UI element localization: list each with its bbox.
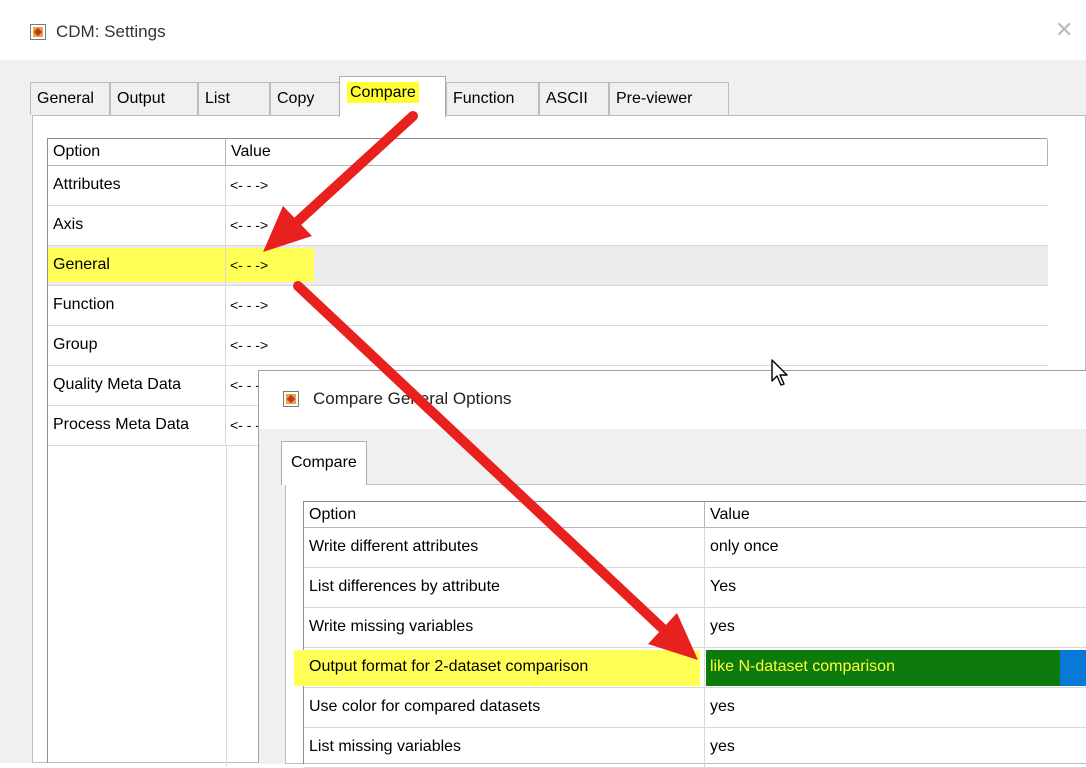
row-value[interactable]: <- - -> <box>226 206 1048 246</box>
row-value[interactable]: <- - -> <box>226 166 1048 206</box>
row-value[interactable]: <- - -> <box>226 326 1048 366</box>
row-option: List missing variables <box>304 728 705 768</box>
dialog-options-grid: Option Value Write different attributes … <box>294 501 1086 768</box>
row-option: Write different attributes <box>304 528 705 568</box>
row-value[interactable]: only once <box>705 528 1086 568</box>
tab-compare[interactable]: Compare <box>339 76 446 117</box>
tab-bar: General Output List Copy Compare Functio… <box>30 76 1030 117</box>
row-value[interactable]: yes <box>705 728 1086 768</box>
row-option: Attributes <box>48 166 226 206</box>
row-value[interactable]: <- - -> <box>226 286 1048 326</box>
dialog-table-row[interactable]: List missing variables yes <box>304 728 1086 768</box>
row-option: Axis <box>48 206 226 246</box>
dialog-table-row[interactable]: Write missing variables yes <box>304 608 1086 648</box>
row-value[interactable]: yes <box>705 688 1086 728</box>
row-option: Write missing variables <box>304 608 705 648</box>
window-title: CDM: Settings <box>56 22 166 41</box>
dialog-table-row[interactable]: List differences by attribute Yes <box>304 568 1086 608</box>
tab-pre-viewer[interactable]: Pre-viewer <box>609 82 729 115</box>
dialog-table-row[interactable]: Use color for compared datasets yes <box>304 688 1086 728</box>
tab-general[interactable]: General <box>30 82 110 115</box>
row-option: General <box>48 246 226 286</box>
compare-general-options-dialog: Compare General Options Compare Option V… <box>258 370 1086 768</box>
row-option: List differences by attribute <box>304 568 705 608</box>
close-icon[interactable]: ✕ <box>1055 19 1073 41</box>
dialog-tab-compare[interactable]: Compare <box>281 441 367 485</box>
row-option: Group <box>48 326 226 366</box>
row-value[interactable]: yes <box>705 608 1086 648</box>
row-value[interactable]: <- - -> <box>226 246 1048 286</box>
row-value[interactable]: Yes <box>705 568 1086 608</box>
mouse-pointer-icon <box>771 359 788 386</box>
row-option: Function <box>48 286 226 326</box>
tab-list[interactable]: List <box>198 82 270 115</box>
dialog-title: Compare General Options <box>313 389 512 408</box>
dialog-column-header-value[interactable]: Value <box>705 502 1086 528</box>
dialog-table-row[interactable]: Write different attributes only once <box>304 528 1086 568</box>
table-row[interactable]: Group <- - -> <box>48 326 1048 366</box>
column-header-option[interactable]: Option <box>48 139 226 166</box>
dialog-table-row-selected[interactable]: Output format for 2-dataset comparison l… <box>294 648 1086 688</box>
row-option: Use color for compared datasets <box>304 688 705 728</box>
dialog-app-icon <box>283 391 299 407</box>
column-header-value[interactable]: Value <box>226 139 1048 166</box>
row-option: Quality Meta Data <box>48 366 226 406</box>
row-value[interactable]: like N-dataset comparison <box>705 648 1086 688</box>
tab-output[interactable]: Output <box>110 82 198 115</box>
table-row[interactable]: Attributes <- - -> <box>48 166 1048 206</box>
cdm-app-icon <box>30 24 46 40</box>
table-row-selected[interactable]: General <- - -> <box>48 246 1048 286</box>
tab-copy[interactable]: Copy <box>270 82 340 115</box>
tab-function[interactable]: Function <box>446 82 539 115</box>
table-row[interactable]: Axis <- - -> <box>48 206 1048 246</box>
dialog-column-header-option[interactable]: Option <box>304 502 705 528</box>
row-option: Output format for 2-dataset comparison <box>304 648 705 688</box>
grid-column-divider <box>226 446 227 766</box>
row-option: Process Meta Data <box>48 406 226 446</box>
tab-ascii[interactable]: ASCII <box>539 82 609 115</box>
table-row[interactable]: Function <- - -> <box>48 286 1048 326</box>
